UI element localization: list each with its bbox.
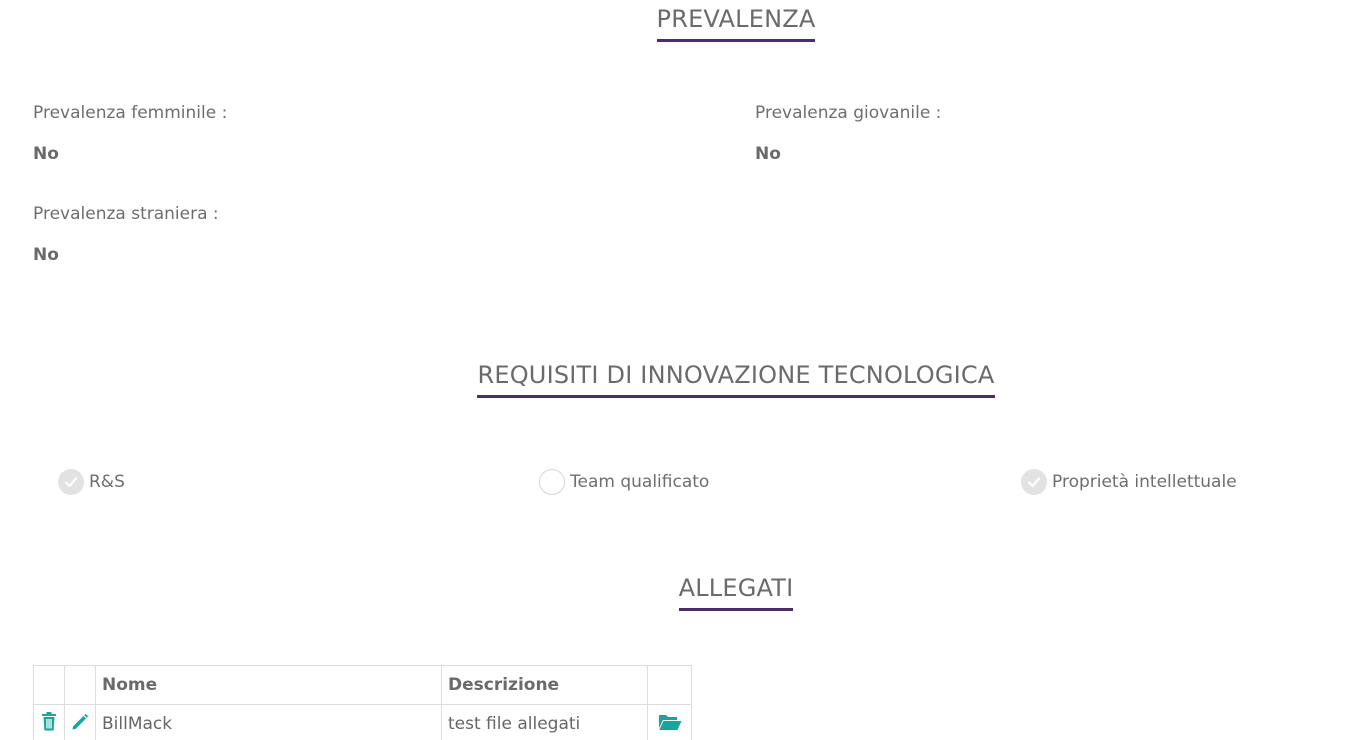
folder-open-icon[interactable] [658, 713, 682, 731]
header-delete-column [33, 665, 65, 705]
label-prevalenza-femminile: Prevalenza femminile : [33, 103, 228, 123]
pencil-icon[interactable] [71, 713, 89, 731]
requisito-team-qualificato[interactable]: Team qualificato [539, 469, 709, 495]
header-descrizione: Descrizione [441, 665, 648, 705]
requisito-team-qualificato-label: Team qualificato [570, 472, 710, 492]
label-prevalenza-giovanile: Prevalenza giovanile : [755, 103, 942, 123]
label-prevalenza-straniera: Prevalenza straniera : [33, 204, 219, 224]
delete-cell [33, 704, 65, 740]
table-row: BillMack test file allegati [33, 704, 692, 740]
value-prevalenza-femminile: No [33, 144, 59, 164]
requisito-rs[interactable]: R&S [58, 469, 125, 495]
header-edit-column [64, 665, 96, 705]
page: PREVALENZA Prevalenza femminile : No Pre… [0, 0, 1367, 740]
header-nome: Nome [95, 665, 442, 705]
check-off-icon[interactable] [539, 469, 565, 495]
requisito-rs-label: R&S [89, 472, 125, 492]
check-on-icon[interactable] [1021, 469, 1047, 495]
edit-cell [64, 704, 96, 740]
section-title-requisiti-text: REQUISITI DI INNOVAZIONE TECNOLOGICA [477, 360, 995, 398]
header-open-column [647, 665, 692, 705]
section-title-requisiti: REQUISITI DI INNOVAZIONE TECNOLOGICA [0, 360, 1367, 398]
section-title-prevalenza-text: PREVALENZA [656, 4, 816, 42]
check-on-icon[interactable] [58, 469, 84, 495]
cell-nome: BillMack [95, 704, 442, 740]
section-title-allegati: ALLEGATI [0, 573, 1367, 611]
value-prevalenza-giovanile: No [755, 144, 781, 164]
cell-descrizione: test file allegati [441, 704, 648, 740]
section-title-allegati-text: ALLEGATI [678, 573, 794, 611]
table-header-row: Nome Descrizione [33, 665, 692, 705]
open-cell [647, 704, 692, 740]
requisito-proprieta-intellettuale[interactable]: Proprietà intellettuale [1021, 469, 1237, 495]
value-prevalenza-straniera: No [33, 245, 59, 265]
section-title-prevalenza: PREVALENZA [0, 4, 1367, 42]
requisito-proprieta-intellettuale-label: Proprietà intellettuale [1052, 472, 1237, 492]
trash-icon[interactable] [41, 712, 57, 731]
attachments-table: Nome Descrizione BillMack test file alle… [33, 665, 692, 740]
